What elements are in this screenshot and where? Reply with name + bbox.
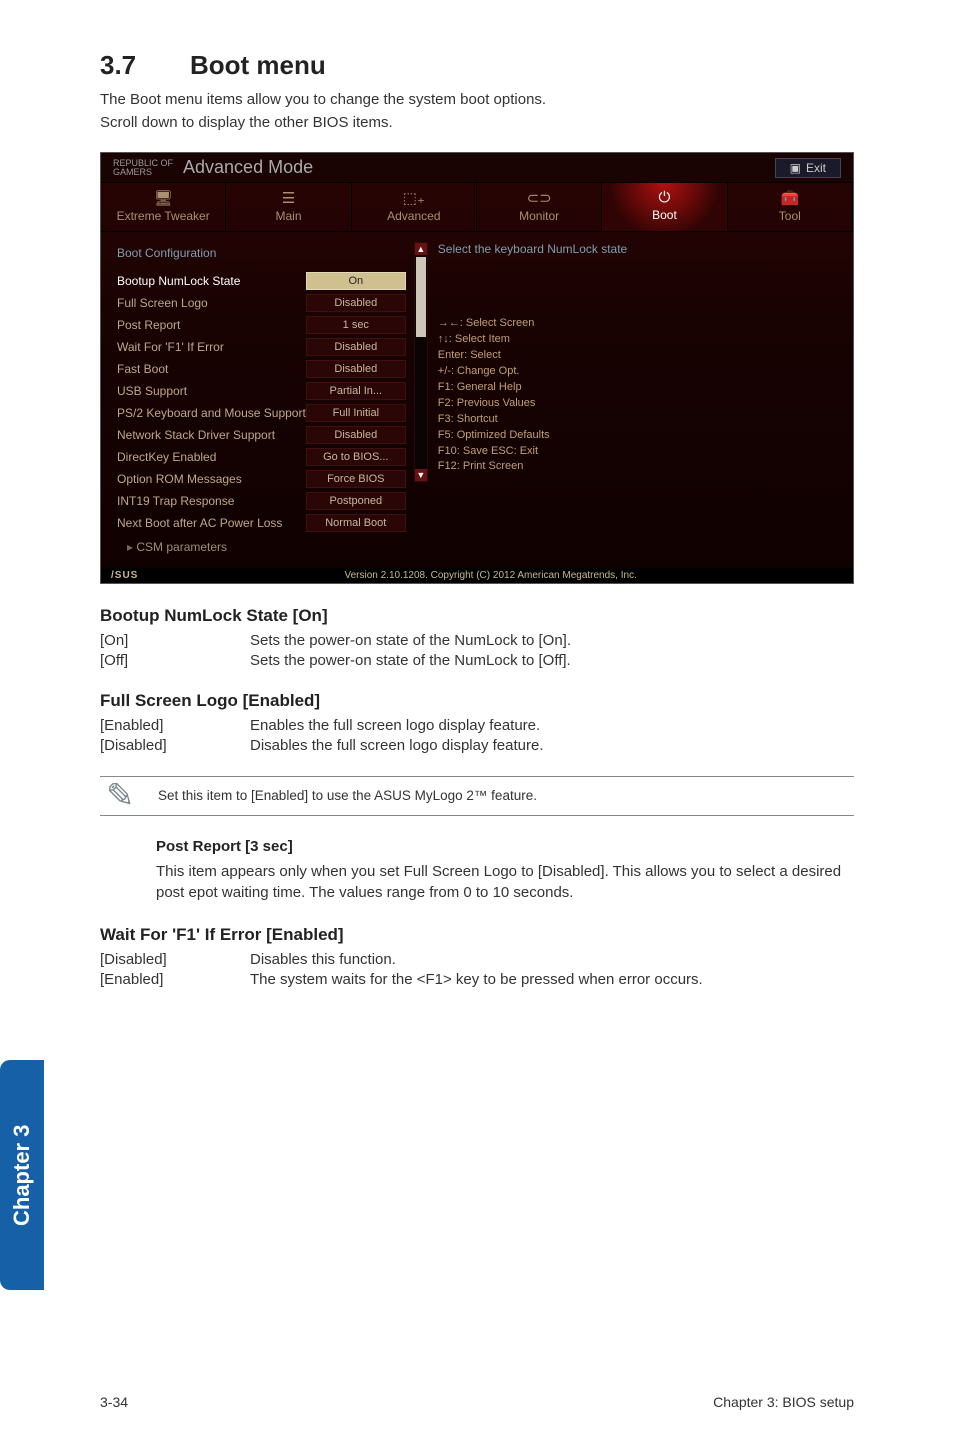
submenu-csm[interactable]: CSM parameters [115,540,408,554]
tab-tool[interactable]: 🧰Tool [728,183,853,231]
option-row[interactable]: Fast BootDisabled [115,358,408,380]
tab-extreme-tweaker[interactable]: 🖥Extreme Tweaker [101,183,226,231]
option-row[interactable]: USB SupportPartial In... [115,380,408,402]
note-callout: ✎ Set this item to [Enabled] to use the … [100,776,854,816]
option-row[interactable]: PS/2 Keyboard and Mouse SupportFull Init… [115,402,408,424]
intro-line: The Boot menu items allow you to change … [100,89,854,112]
option-row[interactable]: Post Report1 sec [115,314,408,336]
bios-window: REPUBLIC OF GAMERS Advanced Mode ▣ Exit … [100,152,854,584]
subsection-title: Wait For 'F1' If Error [Enabled] [100,925,854,945]
section-title: Boot menu [190,50,326,80]
option-row[interactable]: Wait For 'F1' If ErrorDisabled [115,336,408,358]
exit-button[interactable]: ▣ Exit [775,158,841,178]
footer-chapter: Chapter 3: BIOS setup [713,1394,854,1410]
scroll-up-icon[interactable]: ▲ [415,243,427,255]
tool-icon: 🧰 [732,189,848,207]
bios-footer-text: Version 2.10.1208. Copyright (C) 2012 Am… [344,570,636,581]
option-description: [Enabled]Enables the full screen logo di… [100,717,854,734]
option-row[interactable]: Network Stack Driver SupportDisabled [115,424,408,446]
option-description: [On]Sets the power-on state of the NumLo… [100,632,854,649]
tab-boot[interactable]: ⏻Boot [602,183,727,231]
tab-main[interactable]: ☰Main [226,183,351,231]
option-description: [Disabled]Disables this function. [100,951,854,968]
subsection-title: Bootup NumLock State [On] [100,606,854,626]
option-row[interactable]: Option ROM MessagesForce BIOS [115,468,408,490]
intro-text: The Boot menu items allow you to change … [100,89,854,134]
subsection-title: Post Report [3 sec] [156,838,854,855]
bios-mode: Advanced Mode [183,157,313,178]
chapter-side-tab: Chapter 3 [0,1060,44,1290]
bios-scrollbar[interactable]: ▲ ▼ [414,242,428,482]
bios-section-title: Boot Configuration [115,242,408,270]
intro-line: Scroll down to display the other BIOS it… [100,112,854,135]
tweaker-icon: 🖥 [105,189,221,207]
option-row[interactable]: Bootup NumLock StateOn [115,270,408,292]
scroll-down-icon[interactable]: ▼ [415,469,427,481]
scroll-thumb[interactable] [416,257,426,337]
option-row[interactable]: INT19 Trap ResponsePostponed [115,490,408,512]
bios-tabs: 🖥Extreme Tweaker ☰Main ⬚₊Advanced ⊂⊃Moni… [101,183,853,232]
bios-footer-brand: /SUS [111,570,138,581]
note-icon: ✎ [106,776,135,816]
option-description: [Enabled]The system waits for the <F1> k… [100,971,854,988]
note-text: Set this item to [Enabled] to use the AS… [158,788,537,803]
list-icon: ☰ [230,189,346,207]
page-footer: 3-34 Chapter 3: BIOS setup [0,1394,954,1410]
option-description: [Off]Sets the power-on state of the NumL… [100,652,854,669]
exit-icon: ▣ [790,161,801,175]
body-text: This item appears only when you set Full… [156,861,854,903]
section-heading: 3.7Boot menu [100,50,854,81]
bios-brand: REPUBLIC OF GAMERS [113,159,173,177]
bios-help-text: Select the keyboard NumLock state [438,242,839,256]
tab-advanced[interactable]: ⬚₊Advanced [352,183,477,231]
option-description: [Disabled]Disables the full screen logo … [100,737,854,754]
option-row[interactable]: Next Boot after AC Power LossNormal Boot [115,512,408,534]
tab-monitor[interactable]: ⊂⊃Monitor [477,183,602,231]
monitor-icon: ⊂⊃ [481,189,597,207]
power-icon: ⏻ [606,189,722,206]
advanced-icon: ⬚₊ [356,189,472,207]
option-row[interactable]: DirectKey EnabledGo to BIOS... [115,446,408,468]
bios-key-help: →←: Select Screen ↑↓: Select Item Enter:… [438,316,839,475]
subsection-title: Full Screen Logo [Enabled] [100,691,854,711]
option-row[interactable]: Full Screen LogoDisabled [115,292,408,314]
section-number: 3.7 [100,50,190,81]
page-number: 3-34 [100,1394,128,1410]
